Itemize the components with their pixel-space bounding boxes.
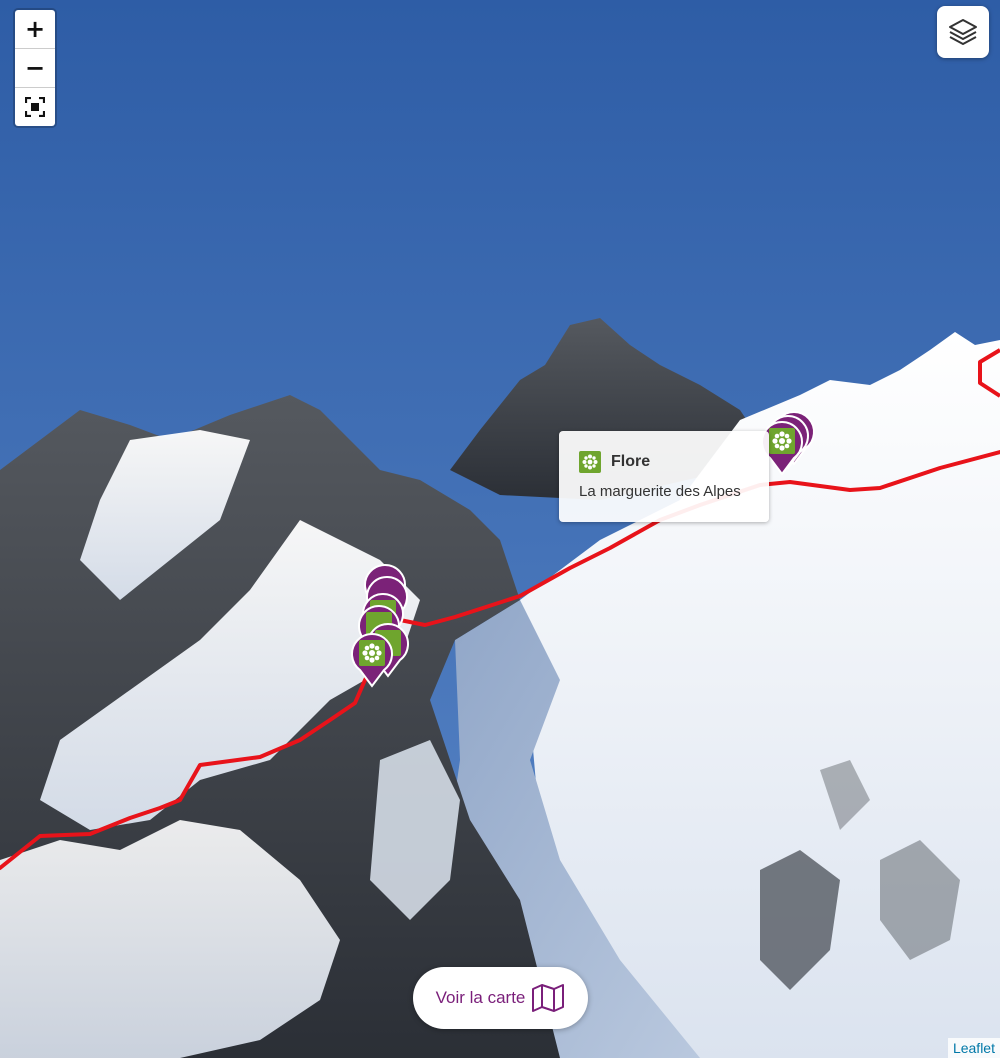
tooltip-title: La marguerite des Alpes [579, 483, 741, 500]
zoom-in-button[interactable]: + [15, 10, 55, 49]
fullscreen-icon [25, 97, 45, 117]
flora-marker[interactable] [350, 632, 394, 693]
view-map-button[interactable]: Voir la carte [413, 967, 588, 1029]
map-icon [532, 984, 565, 1012]
flower-icon [579, 451, 601, 473]
layers-button[interactable] [937, 6, 989, 58]
map-view[interactable]: + − Flore La marguerite des Alpes Voir l… [0, 0, 1000, 1058]
layers-icon [949, 19, 977, 45]
mountain-landscape [0, 0, 1000, 1058]
view-map-label: Voir la carte [435, 988, 526, 1007]
poi-tooltip: Flore La marguerite des Alpes [559, 431, 769, 522]
zoom-out-button[interactable]: − [15, 49, 55, 88]
zoom-control: + − [13, 8, 57, 128]
fullscreen-button[interactable] [15, 88, 55, 126]
map-attribution[interactable]: Leaflet [947, 1038, 1000, 1058]
tooltip-category: Flore [611, 453, 651, 470]
